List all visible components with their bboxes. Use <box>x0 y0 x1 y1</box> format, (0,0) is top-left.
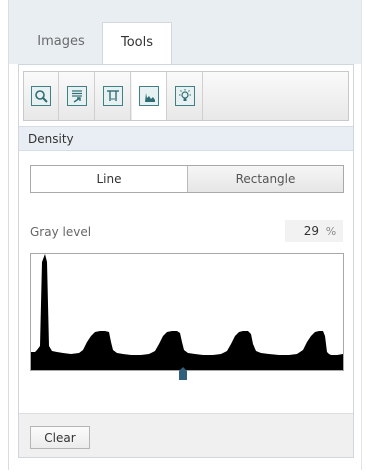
density-profile-svg <box>31 254 343 370</box>
gray-level-unit: % <box>325 224 337 238</box>
zoom-region-icon <box>31 86 51 106</box>
measure-calipers-icon <box>103 86 123 106</box>
measure-button[interactable] <box>96 72 131 120</box>
transfer-list-button[interactable] <box>60 72 95 120</box>
gray-level-label: Gray level <box>30 225 92 239</box>
tab-images[interactable]: Images <box>21 22 101 64</box>
transfer-list-icon <box>67 86 87 106</box>
lightbulb-button[interactable] <box>168 72 203 120</box>
density-tool-window: Images Tools Density Line Rectangle Gray… <box>0 0 366 475</box>
bottom-action-bar: Clear <box>19 413 353 457</box>
rectangle-mode-button[interactable]: Rectangle <box>188 166 343 192</box>
gray-level-value: 29 <box>303 224 319 238</box>
line-position-handle[interactable] <box>178 367 188 381</box>
density-profile-plot <box>30 253 344 371</box>
mode-segmented-control: Line Rectangle <box>30 165 344 193</box>
density-profile-area <box>31 254 343 370</box>
density-button[interactable] <box>132 72 167 120</box>
clear-button[interactable]: Clear <box>30 426 90 449</box>
lightbulb-icon <box>175 86 195 106</box>
gray-level-value-box[interactable]: 29 % <box>285 220 343 242</box>
tools-panel: Density Line Rectangle Gray level 29 % C… <box>18 64 354 458</box>
tab-tools[interactable]: Tools <box>102 22 172 65</box>
line-mode-button[interactable]: Line <box>31 166 188 192</box>
zoom-region-button[interactable] <box>24 72 59 120</box>
density-section-header: Density <box>19 127 353 151</box>
density-histogram-icon <box>139 86 159 106</box>
tool-toolbar <box>19 65 353 127</box>
toolbar-button-group <box>23 71 349 121</box>
tab-strip: Images Tools <box>9 0 361 65</box>
